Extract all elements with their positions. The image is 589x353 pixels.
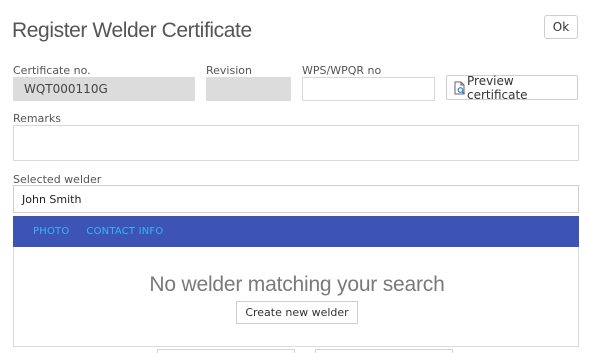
document-magnifier-icon [454,81,466,95]
dialog-title: Register Welder Certificate [12,19,252,42]
preview-certificate-button[interactable]: Preview certificate [446,73,578,102]
remarks-field[interactable] [13,125,579,161]
footer-button-partial[interactable] [157,349,295,353]
tab-contact-info[interactable]: CONTACT INFO [86,226,163,237]
ok-button[interactable]: Ok [544,15,578,39]
wps-field[interactable] [302,77,435,101]
preview-certificate-label: Preview certificate [467,73,528,102]
certificate-field: WQT000110G [13,77,195,101]
welder-search-input[interactable]: John Smith [13,185,579,213]
create-new-welder-button[interactable]: Create new welder [236,301,358,324]
wps-label: WPS/WPQR no [302,64,382,77]
revision-label: Revision [206,64,252,77]
welder-results-panel: No welder matching your search Create ne… [13,247,579,347]
tab-photo[interactable]: PHOTO [33,226,69,237]
footer-button-partial[interactable] [315,349,453,353]
welder-tab-bar: PHOTO CONTACT INFO [13,216,579,247]
remarks-label: Remarks [13,112,61,125]
certificate-label: Certificate no. [13,64,91,77]
empty-result-message: No welder matching your search [149,273,445,296]
revision-field [206,77,291,101]
